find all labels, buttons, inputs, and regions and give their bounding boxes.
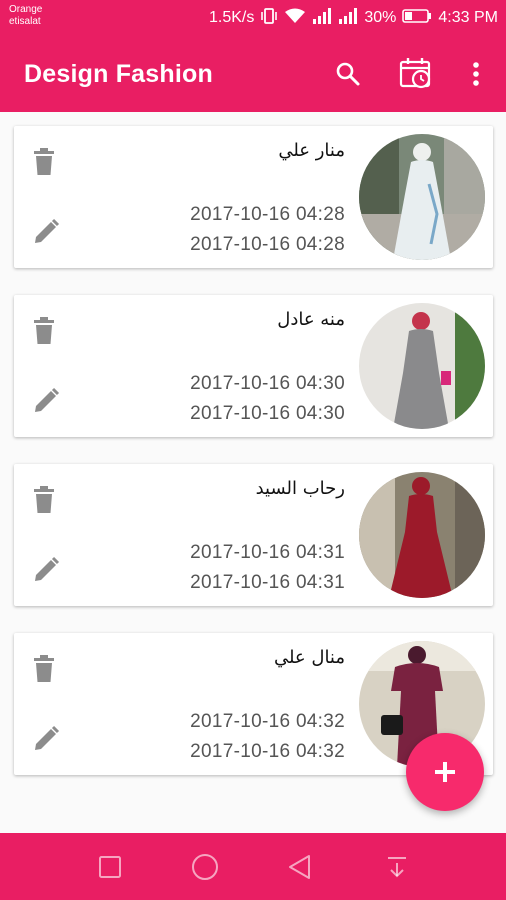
carrier-line-2: etisalat — [9, 16, 41, 27]
item-name: منار علي — [278, 140, 345, 161]
item-date-modified: 2017-10-16 04:28 — [190, 234, 345, 255]
trash-icon — [34, 317, 54, 344]
add-button[interactable] — [406, 733, 484, 811]
signal-icon — [312, 7, 332, 30]
trash-icon — [34, 486, 54, 513]
triangle-back-icon — [289, 855, 310, 879]
trash-icon — [34, 655, 54, 682]
delete-button[interactable] — [32, 655, 56, 683]
carrier-line-1: Orange — [9, 4, 43, 15]
vibrate-icon — [260, 7, 278, 30]
pencil-icon — [35, 218, 60, 243]
list-item[interactable]: رحاب السيد 2017-10-16 04:31 2017-10-16 0… — [14, 464, 493, 606]
circle-icon — [192, 854, 218, 880]
app-title: Design Fashion — [24, 60, 213, 88]
edit-button[interactable] — [32, 725, 60, 753]
item-date-created: 2017-10-16 04:31 — [190, 542, 345, 563]
more-vert-icon — [473, 62, 479, 86]
back-button[interactable] — [284, 851, 316, 883]
app-bar: Design Fashion — [0, 36, 506, 112]
calendar-clock-icon — [399, 58, 431, 89]
plus-icon — [435, 762, 455, 782]
battery-percent: 30% — [364, 9, 397, 26]
item-name: منه عادل — [277, 309, 345, 330]
notification-drawer-icon — [388, 857, 406, 878]
item-name: منال علي — [273, 647, 345, 668]
system-nav-bar — [0, 833, 506, 900]
list-item[interactable]: منار علي 2017-10-16 04:28 2017-10-16 04:… — [14, 126, 493, 268]
recents-button[interactable] — [94, 851, 126, 883]
carrier-label: Orange etisalat — [9, 4, 42, 28]
trash-icon — [34, 148, 54, 175]
calendar-history-button[interactable] — [396, 54, 436, 94]
pencil-icon — [35, 387, 60, 412]
signal-icon — [338, 7, 358, 30]
battery-icon — [402, 8, 432, 29]
edit-button[interactable] — [32, 218, 60, 246]
item-date-modified: 2017-10-16 04:32 — [190, 741, 345, 762]
edit-button[interactable] — [32, 387, 60, 415]
delete-button[interactable] — [32, 486, 56, 514]
pencil-icon — [35, 556, 60, 581]
list-item[interactable]: منه عادل 2017-10-16 04:30 2017-10-16 04:… — [14, 295, 493, 437]
item-date-created: 2017-10-16 04:30 — [190, 373, 345, 394]
search-icon — [336, 62, 360, 86]
notification-drawer-button[interactable] — [381, 851, 413, 883]
network-speed: 1.5K/s — [209, 9, 255, 26]
status-bar: Orange etisalat 1.5K/s 30% 4:33 PM — [0, 0, 506, 36]
item-date-created: 2017-10-16 04:32 — [190, 711, 345, 732]
clock: 4:33 PM — [438, 9, 498, 26]
item-date-modified: 2017-10-16 04:31 — [190, 572, 345, 593]
overflow-menu-button[interactable] — [456, 54, 496, 94]
status-indicators: 1.5K/s 30% 4:33 PM — [203, 7, 498, 30]
delete-button[interactable] — [32, 317, 56, 345]
item-date-modified: 2017-10-16 04:30 — [190, 403, 345, 424]
item-date-created: 2017-10-16 04:28 — [190, 204, 345, 225]
wifi-icon — [284, 7, 306, 30]
edit-button[interactable] — [32, 556, 60, 584]
item-photo — [359, 303, 485, 429]
square-icon — [99, 856, 121, 878]
delete-button[interactable] — [32, 148, 56, 176]
item-photo — [359, 134, 485, 260]
pencil-icon — [35, 725, 60, 750]
home-button[interactable] — [189, 851, 221, 883]
search-button[interactable] — [328, 54, 368, 94]
item-photo — [359, 472, 485, 598]
item-name: رحاب السيد — [255, 478, 345, 499]
